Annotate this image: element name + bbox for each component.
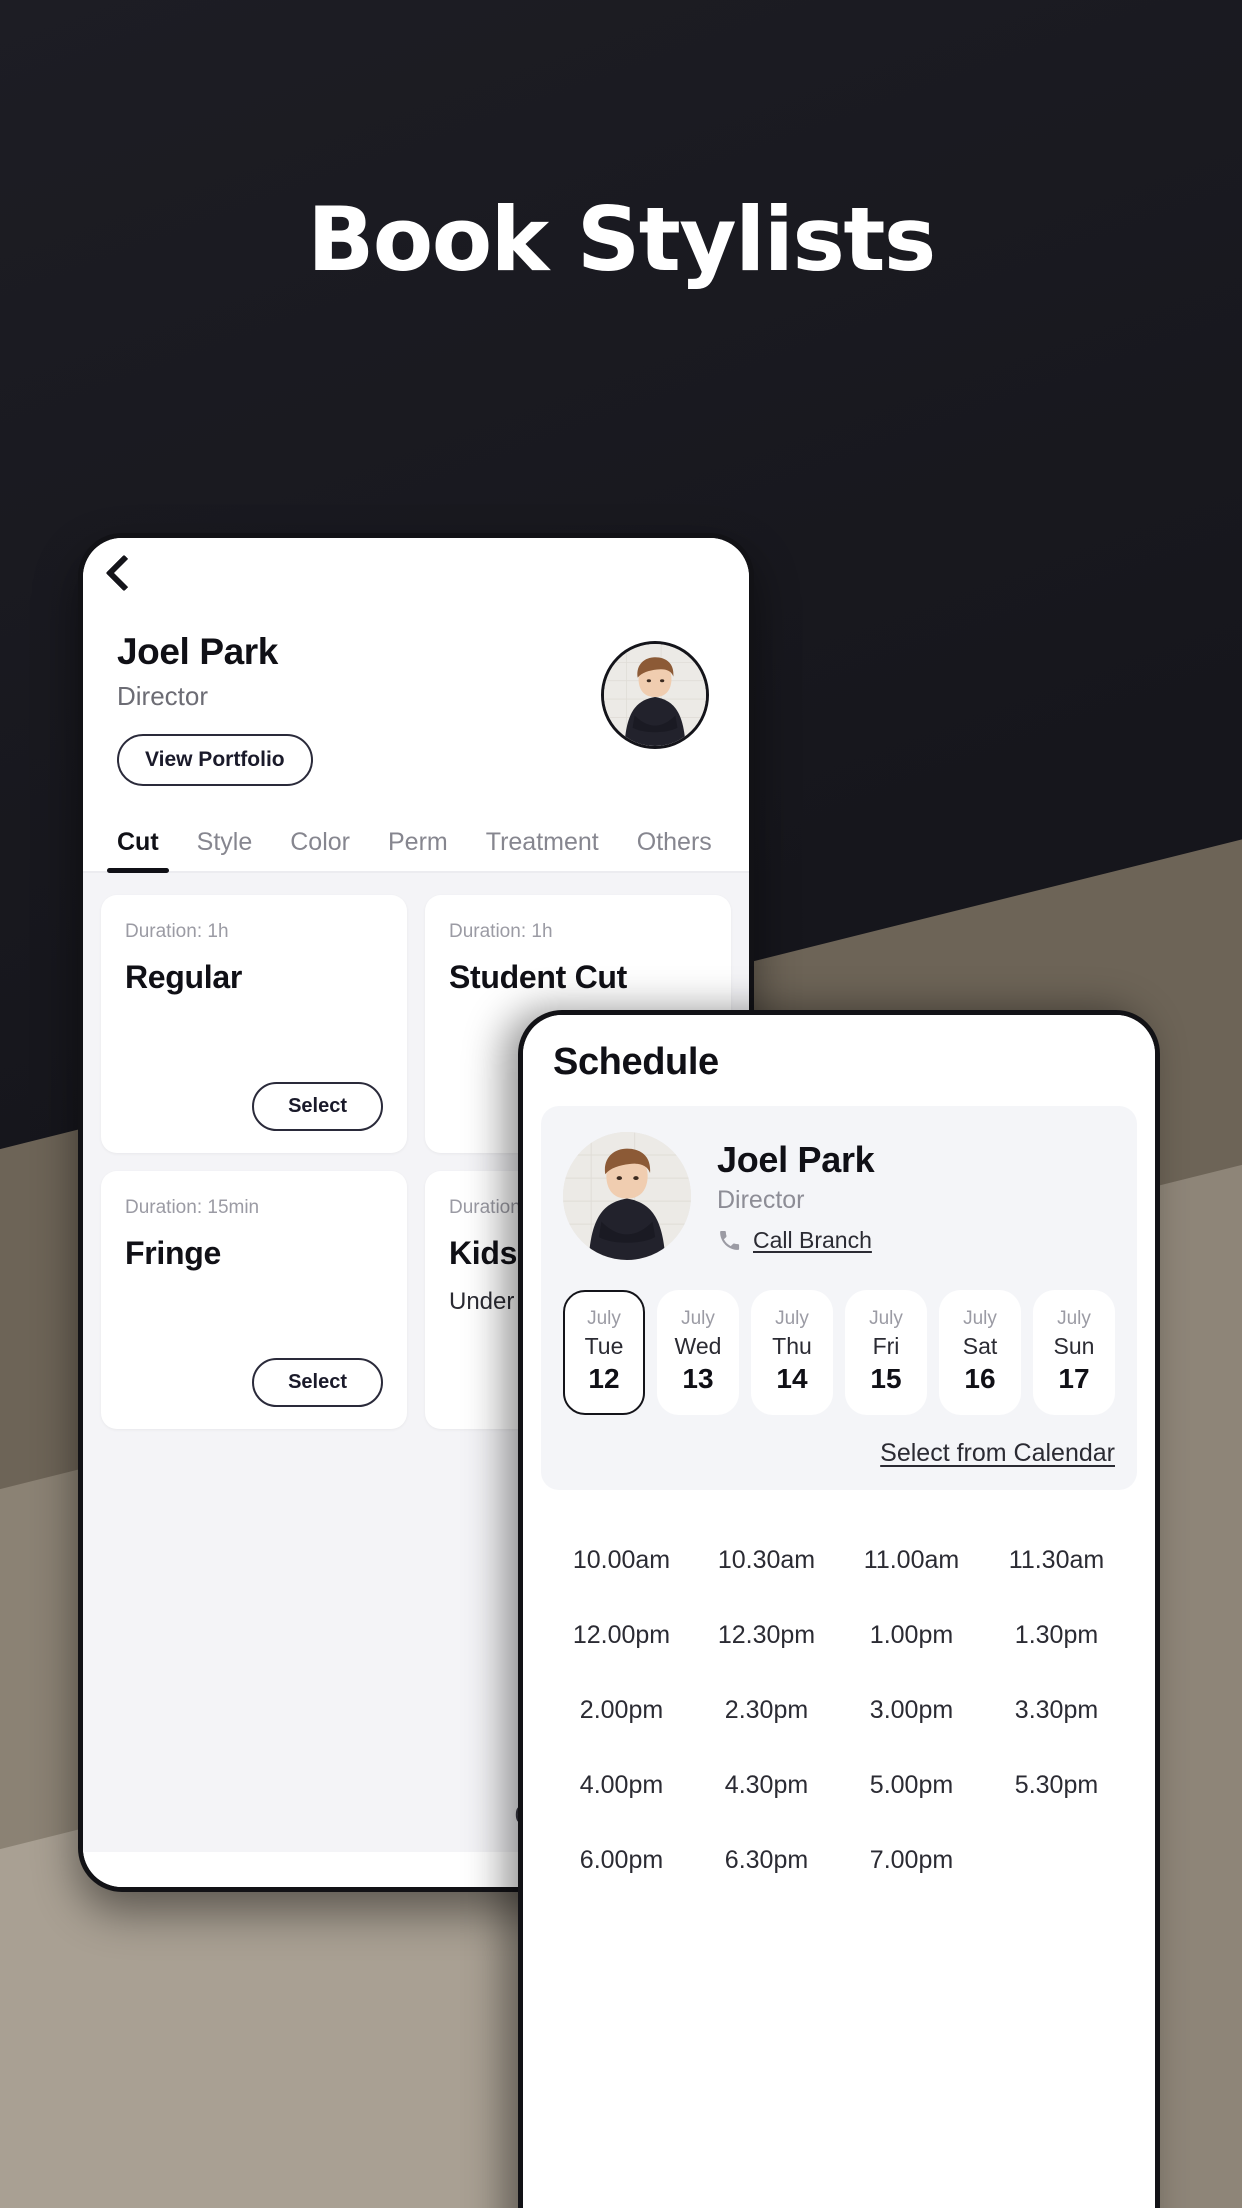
- stylist-profile-header: Joel Park Director View Portfolio: [83, 591, 749, 786]
- service-title: Fringe: [125, 1235, 221, 1271]
- time-slot[interactable]: 5.30pm: [984, 1771, 1129, 1800]
- time-slot-grid: 10.00am 10.30am 11.00am 11.30am 12.00pm …: [523, 1490, 1155, 1875]
- date-weekday: Fri: [872, 1333, 900, 1359]
- date-weekday: Wed: [674, 1333, 722, 1359]
- date-number: 16: [964, 1363, 996, 1394]
- schedule-stylist-panel: Joel Park Director Call Branch July Tue …: [541, 1106, 1137, 1490]
- stylist-role: Director: [717, 1185, 805, 1214]
- service-card[interactable]: Duration: 15min Fringe Select: [101, 1171, 407, 1429]
- time-slot[interactable]: 2.00pm: [549, 1696, 694, 1725]
- date-number: 13: [682, 1363, 714, 1394]
- time-slot[interactable]: 12.30pm: [694, 1621, 839, 1650]
- stylist-name: Joel Park: [717, 1138, 875, 1180]
- time-slot[interactable]: 3.30pm: [984, 1696, 1129, 1725]
- calendar-link-row: Select from Calendar: [563, 1439, 1115, 1468]
- date-weekday: Sun: [1053, 1333, 1095, 1359]
- date-number: 15: [870, 1363, 902, 1394]
- avatar: [563, 1132, 691, 1260]
- date-weekday: Tue: [584, 1333, 624, 1359]
- service-card[interactable]: Duration: 1h Regular Select: [101, 895, 407, 1153]
- date-month: July: [587, 1308, 621, 1329]
- date-chip-13[interactable]: July Wed 13: [657, 1290, 739, 1415]
- select-from-calendar-link[interactable]: Select from Calendar: [880, 1439, 1115, 1467]
- date-weekday: Thu: [772, 1333, 812, 1359]
- tab-cut[interactable]: Cut: [107, 828, 169, 873]
- tab-style[interactable]: Style: [197, 828, 253, 871]
- date-number: 17: [1058, 1363, 1090, 1394]
- date-month: July: [1057, 1308, 1091, 1329]
- date-month: July: [963, 1308, 997, 1329]
- stylist-role: Director: [117, 681, 209, 711]
- stylist-avatar-illustration: [604, 644, 706, 746]
- phone-mockup-schedule: Schedule Joel Park Director Call Branch …: [518, 1010, 1160, 2208]
- date-month: July: [869, 1308, 903, 1329]
- schedule-stylist-profile: Joel Park Director Call Branch: [563, 1132, 1115, 1260]
- service-duration: Duration: 1h: [125, 921, 229, 942]
- date-chip-17[interactable]: July Sun 17: [1033, 1290, 1115, 1415]
- time-slot[interactable]: 6.00pm: [549, 1846, 694, 1875]
- service-title: Student Cut: [449, 959, 627, 995]
- page-title: Book Stylists: [307, 188, 936, 291]
- tab-perm[interactable]: Perm: [388, 828, 448, 871]
- date-chip-16[interactable]: July Sat 16: [939, 1290, 1021, 1415]
- service-duration: Duration: 1h: [449, 921, 553, 942]
- date-month: July: [775, 1308, 809, 1329]
- stylist-avatar-illustration: [563, 1132, 691, 1260]
- time-slot[interactable]: 12.00pm: [549, 1621, 694, 1650]
- view-portfolio-button[interactable]: View Portfolio: [117, 734, 313, 786]
- avatar: [601, 641, 709, 749]
- service-duration: Duration: 15min: [125, 1197, 260, 1218]
- time-slot[interactable]: 11.00am: [839, 1546, 984, 1575]
- tab-color[interactable]: Color: [290, 828, 350, 871]
- date-weekday: Sat: [962, 1333, 998, 1359]
- service-category-tabs: Cut Style Color Perm Treatment Others: [83, 828, 749, 873]
- time-slot[interactable]: 11.30am: [984, 1546, 1129, 1575]
- time-slot[interactable]: 1.00pm: [839, 1621, 984, 1650]
- time-slot[interactable]: 6.30pm: [694, 1846, 839, 1875]
- call-branch-label: Call Branch: [753, 1226, 872, 1253]
- stylist-name: Joel Park: [117, 631, 278, 672]
- date-number: 14: [776, 1363, 808, 1394]
- date-selector: July Tue 12 July Wed 13 July Thu 14 July…: [563, 1290, 1115, 1415]
- time-slot[interactable]: 1.30pm: [984, 1621, 1129, 1650]
- schedule-title: Schedule: [553, 1041, 719, 1083]
- date-chip-12[interactable]: July Tue 12: [563, 1290, 645, 1415]
- tab-treatment[interactable]: Treatment: [486, 828, 599, 871]
- date-chip-15[interactable]: July Fri 15: [845, 1290, 927, 1415]
- time-slot[interactable]: 10.00am: [549, 1546, 694, 1575]
- time-slot[interactable]: 4.30pm: [694, 1771, 839, 1800]
- date-number: 12: [588, 1363, 620, 1394]
- date-month: July: [681, 1308, 715, 1329]
- date-chip-14[interactable]: July Thu 14: [751, 1290, 833, 1415]
- time-slot[interactable]: 2.30pm: [694, 1696, 839, 1725]
- select-button[interactable]: Select: [252, 1358, 383, 1407]
- select-button[interactable]: Select: [252, 1082, 383, 1131]
- time-slot[interactable]: 10.30am: [694, 1546, 839, 1575]
- chevron-left-icon[interactable]: [105, 554, 143, 592]
- call-branch-button[interactable]: Call Branch: [717, 1227, 874, 1254]
- screenshot-root: Book Stylists Joel Park Director View Po…: [0, 0, 1242, 2208]
- time-slot[interactable]: 5.00pm: [839, 1771, 984, 1800]
- time-slot[interactable]: 4.00pm: [549, 1771, 694, 1800]
- back-row: [83, 538, 749, 592]
- tab-others[interactable]: Others: [637, 828, 712, 871]
- phone-icon: [720, 1230, 740, 1250]
- time-slot[interactable]: 3.00pm: [839, 1696, 984, 1725]
- time-slot[interactable]: 7.00pm: [839, 1846, 984, 1875]
- service-title: Regular: [125, 959, 243, 995]
